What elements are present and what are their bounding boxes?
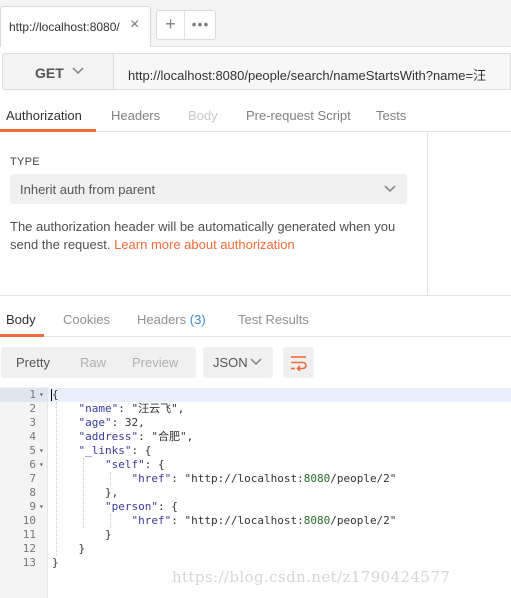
code-text: "address": "合肥", <box>78 430 194 443</box>
line-number: 10 <box>22 514 36 527</box>
view-mode-group: Pretty Raw Preview <box>1 347 196 378</box>
auth-description-line1: The authorization header will be automat… <box>10 219 396 234</box>
line-number: 11 <box>22 528 36 541</box>
fold-toggle-icon[interactable]: ▾ <box>39 388 44 402</box>
code-text: }, <box>52 486 119 499</box>
tab-authorization[interactable]: Authorization <box>6 108 82 123</box>
text-cursor <box>51 389 52 401</box>
tab-response-headers[interactable]: Headers (3) <box>137 312 206 327</box>
chevron-down-icon <box>384 185 396 193</box>
method-label: GET <box>35 65 64 81</box>
code-text: "person": { <box>104 500 178 513</box>
tab-headers[interactable]: Headers <box>111 108 160 123</box>
fold-toggle-icon[interactable]: ▾ <box>39 444 44 458</box>
authorization-panel: TYPE Inherit auth from parent The author… <box>0 133 511 295</box>
tab-response-body[interactable]: Body <box>6 312 36 327</box>
line-number: 1 <box>29 388 36 401</box>
line-number: 8 <box>29 486 36 499</box>
format-value: JSON <box>213 355 248 370</box>
pretty-button[interactable]: Pretty <box>16 355 50 370</box>
auth-type-value: Inherit auth from parent <box>20 182 156 197</box>
line-number: 2 <box>29 402 36 415</box>
active-tab-indicator <box>0 129 96 132</box>
wrap-lines-button[interactable] <box>283 347 314 378</box>
tab-test-results[interactable]: Test Results <box>238 312 309 327</box>
response-headers-count: (3) <box>189 312 206 327</box>
request-tab-title: http://localhost:8080/ <box>9 20 120 34</box>
watermark: https://blog.csdn.net/z1790424577 <box>172 568 451 586</box>
raw-button[interactable]: Raw <box>80 355 106 370</box>
code-text: { <box>52 388 59 401</box>
line-number: 5 <box>29 444 36 457</box>
chevron-down-icon <box>250 358 262 366</box>
code-text: } <box>52 542 86 555</box>
line-number: 4 <box>29 430 36 443</box>
url-bar: GET http://localhost:8080/people/search/… <box>0 53 511 90</box>
preview-button[interactable]: Preview <box>132 355 178 370</box>
code-text: "href": "http://localhost:8080/people/2" <box>131 472 397 485</box>
response-toolbar: Pretty Raw Preview JSON <box>0 347 511 379</box>
line-number: 9 <box>29 500 36 513</box>
code-text: "self": { <box>104 458 165 471</box>
code-text: "name": "汪云飞", <box>78 402 185 415</box>
method-select[interactable]: GET <box>2 53 114 90</box>
tab-cookies[interactable]: Cookies <box>63 312 110 327</box>
auth-type-select[interactable]: Inherit auth from parent <box>10 174 407 204</box>
code-text: "age": 32, <box>78 416 145 429</box>
auth-description: The authorization header will be automat… <box>10 218 410 254</box>
request-tabs: Authorization Headers Body Pre-request S… <box>0 98 511 132</box>
response-body-editor[interactable]: 1 ▾{2 "name": "汪云飞", 3 "age": 32, 4 "addres… <box>0 387 511 598</box>
code-text: "href": "http://localhost:8080/people/2" <box>131 514 397 527</box>
active-tab-indicator <box>0 334 44 337</box>
line-number: 12 <box>22 542 36 555</box>
url-text: http://localhost:8080/people/search/name… <box>128 68 487 83</box>
tab-pre-request-script[interactable]: Pre-request Script <box>246 108 351 123</box>
learn-more-auth-link[interactable]: Learn more about authorization <box>114 237 295 252</box>
close-icon[interactable]: × <box>130 16 139 34</box>
response-tabs: Body Cookies Headers (3) Test Results <box>0 295 511 337</box>
wrap-lines-icon <box>291 356 307 371</box>
tab-tests[interactable]: Tests <box>376 108 406 123</box>
tab-controls: + ••• <box>156 10 216 40</box>
code-text: } <box>52 556 59 569</box>
code-text: "_links": { <box>78 444 152 457</box>
code-text: } <box>52 528 112 541</box>
response-headers-label: Headers <box>137 312 187 327</box>
line-number: 13 <box>22 556 36 569</box>
line-number: 6 <box>29 458 36 471</box>
panel-divider <box>427 133 428 295</box>
auth-type-label: TYPE <box>10 156 40 168</box>
more-tabs-button[interactable]: ••• <box>186 11 215 39</box>
request-tab[interactable]: http://localhost:8080/ × <box>0 6 151 47</box>
tab-strip: http://localhost:8080/ × + ••• <box>0 0 511 47</box>
chevron-down-icon <box>72 67 84 75</box>
new-tab-button[interactable]: + <box>157 11 185 39</box>
line-number: 3 <box>29 416 36 429</box>
url-input[interactable]: http://localhost:8080/people/search/name… <box>114 53 511 90</box>
line-number: 7 <box>29 472 36 485</box>
auth-description-line2: send the request. <box>10 237 115 252</box>
fold-toggle-icon[interactable]: ▾ <box>39 500 44 514</box>
fold-toggle-icon[interactable]: ▾ <box>39 458 44 472</box>
format-select[interactable]: JSON <box>203 347 273 378</box>
active-line-highlight <box>0 388 511 402</box>
tab-body[interactable]: Body <box>188 108 218 123</box>
